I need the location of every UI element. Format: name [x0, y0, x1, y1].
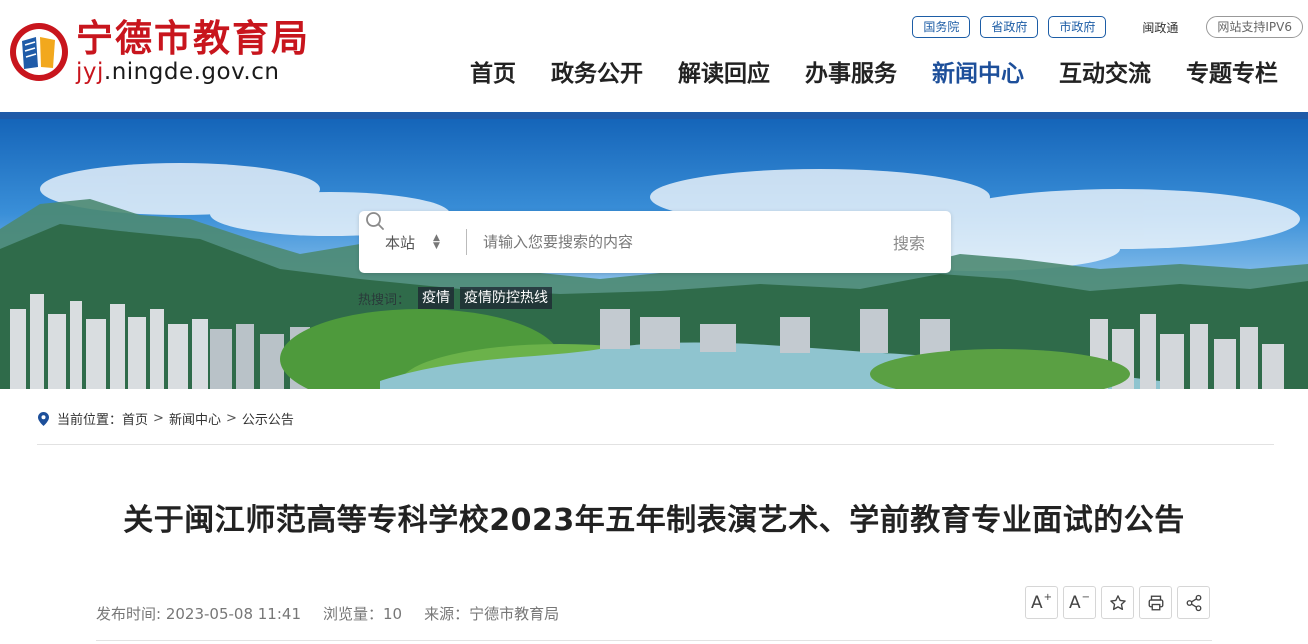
link-provincial-gov[interactable]: 省政府: [980, 16, 1039, 38]
nav-topics[interactable]: 专题专栏: [1186, 58, 1278, 90]
breadcrumb-home[interactable]: 首页: [122, 409, 148, 428]
top-links: 国务院 省政府 市政府 闽政通 网站支持IPV6: [902, 16, 1303, 38]
breadcrumb-separator: >: [225, 411, 237, 426]
hot-search: 热搜词： 疫情 疫情防控热线: [358, 287, 558, 309]
hot-tag-epidemic[interactable]: 疫情: [418, 287, 455, 309]
book-emblem-icon: [10, 23, 68, 81]
sort-arrows-icon: ▲ ▼: [433, 233, 440, 251]
nav-gov-affairs[interactable]: 政务公开: [551, 58, 643, 90]
nav-interpretation[interactable]: 解读回应: [678, 58, 770, 90]
site-domain: jyj.ningde.gov.cn: [76, 59, 280, 85]
breadcrumb-news-center[interactable]: 新闻中心: [169, 409, 221, 428]
article-card: 当前位置： 首页 > 新闻中心 > 公示公告 关于闽江师范高等专科学校2023年…: [4, 389, 1304, 644]
article-source: 来源：宁德市教育局: [424, 605, 560, 623]
nav-news-center[interactable]: 新闻中心: [932, 58, 1024, 90]
breadcrumb-prefix: 当前位置：: [57, 413, 123, 428]
hot-search-label: 热搜词：: [358, 292, 411, 308]
site-header: 宁德市教育局 jyj.ningde.gov.cn 国务院 省政府 市政府 闽政通…: [0, 0, 1308, 112]
article-title: 关于闽江师范高等专科学校2023年五年制表演艺术、学前教育专业面试的公告: [123, 503, 1185, 538]
search-scope-value: 本站: [385, 233, 416, 252]
printer-icon: [1148, 595, 1163, 610]
search-button[interactable]: 搜索: [366, 212, 925, 254]
breadcrumb-divider: [37, 444, 1274, 445]
site-title: 宁德市教育局: [76, 16, 310, 60]
search-box: 本站 ▲▼ 搜索: [359, 211, 951, 273]
hot-tag-hotline[interactable]: 疫情防控热线: [460, 287, 553, 309]
location-pin-icon: [38, 411, 49, 426]
link-min-zheng-tong[interactable]: 闽政通: [1142, 19, 1178, 36]
breadcrumb: 当前位置： 首页 > 新闻中心 > 公示公告: [38, 409, 294, 428]
font-smaller-button[interactable]: A −: [1063, 586, 1096, 619]
nav-services[interactable]: 办事服务: [805, 58, 897, 90]
article-tools: A + A −: [1025, 586, 1210, 619]
breadcrumb-notices[interactable]: 公示公告: [242, 409, 294, 428]
view-count: 浏览量：10: [323, 605, 403, 623]
search-input[interactable]: [467, 222, 893, 262]
publish-time: 发布时间: 2023-05-08 11:41: [96, 605, 301, 623]
search-icon: [366, 212, 384, 230]
ipv6-badge[interactable]: 网站支持IPV6: [1206, 16, 1303, 38]
font-larger-button[interactable]: A +: [1025, 586, 1058, 619]
breadcrumb-separator: >: [153, 411, 164, 426]
city-banner: 本站 ▲▼ 搜索 热搜词： 疫情 疫情防控热线: [0, 119, 1308, 389]
header-divider-bar: [0, 112, 1308, 119]
nav-home[interactable]: 首页: [470, 58, 516, 90]
star-icon: [1109, 594, 1126, 610]
search-button-label: 搜索: [892, 234, 925, 253]
meta-divider: [96, 640, 1212, 641]
nav-interaction[interactable]: 互动交流: [1059, 58, 1151, 90]
search-scope-select[interactable]: 本站 ▲ ▼: [359, 232, 466, 253]
site-logo[interactable]: 宁德市教育局 jyj.ningde.gov.cn: [8, 18, 310, 86]
link-state-council[interactable]: 国务院: [912, 16, 971, 38]
favorite-button[interactable]: [1101, 586, 1134, 619]
link-city-gov[interactable]: 市政府: [1048, 16, 1107, 38]
print-button[interactable]: [1139, 586, 1172, 619]
main-nav: 首页 政务公开 解读回应 办事服务 新闻中心 互动交流 专题专栏: [470, 58, 1278, 90]
share-button[interactable]: [1177, 586, 1210, 619]
article-meta: 发布时间: 2023-05-08 11:41 浏览量：10 来源：宁德市教育局: [96, 603, 559, 624]
share-icon: [1186, 594, 1201, 611]
